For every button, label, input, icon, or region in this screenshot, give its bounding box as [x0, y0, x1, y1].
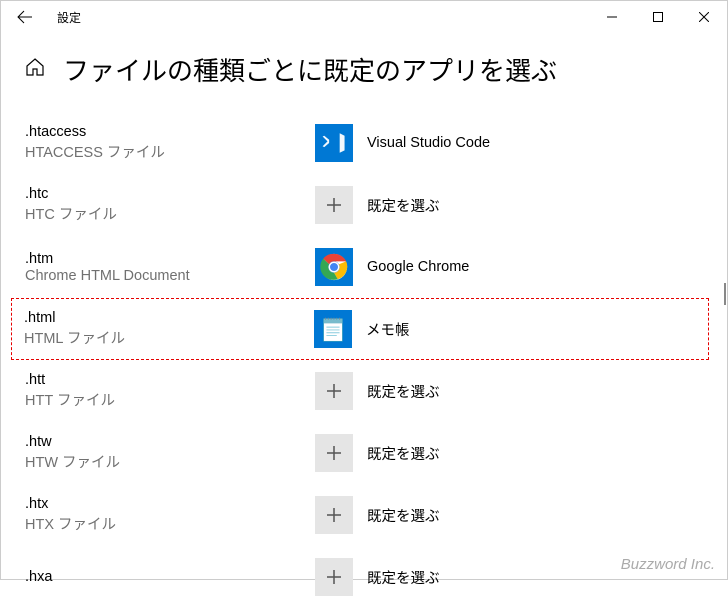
file-type-row: .hxa 既定を選ぶ: [25, 546, 703, 608]
default-app-button[interactable]: 既定を選ぶ: [315, 558, 440, 596]
maximize-button[interactable]: [635, 1, 681, 33]
app-icon: [315, 372, 353, 410]
plus-icon: [324, 195, 344, 215]
app-icon: [315, 496, 353, 534]
app-name: 既定を選ぶ: [367, 567, 440, 588]
chrome-icon: [319, 252, 349, 282]
extension-column: .htaccessHTACCESS ファイル: [25, 124, 315, 162]
extension-column: .htmlHTML ファイル: [24, 310, 314, 348]
file-type-row: .htmChrome HTML Document Google Chrome: [25, 236, 703, 298]
file-type-row: .htcHTC ファイル 既定を選ぶ: [25, 174, 703, 236]
close-button[interactable]: [681, 1, 727, 33]
app-name: Visual Studio Code: [367, 135, 490, 151]
file-type-row: .httHTT ファイル 既定を選ぶ: [25, 360, 703, 422]
extension-column: .htxHTX ファイル: [25, 496, 315, 534]
scrollbar-thumb[interactable]: [724, 283, 726, 305]
back-button[interactable]: [9, 1, 41, 33]
extension-name: .htt: [25, 372, 315, 388]
app-name: Google Chrome: [367, 259, 469, 275]
extension-name: .htaccess: [25, 124, 315, 140]
window-title: 設定: [57, 9, 81, 26]
file-type-row: .htwHTW ファイル 既定を選ぶ: [25, 422, 703, 484]
app-icon: [315, 124, 353, 162]
app-name: 既定を選ぶ: [367, 505, 440, 526]
vscode-icon: [321, 130, 347, 156]
extension-description: Chrome HTML Document: [25, 268, 315, 284]
notepad-icon: [318, 314, 348, 344]
app-name: メモ帳: [366, 319, 410, 340]
plus-icon: [324, 505, 344, 525]
app-icon: [315, 186, 353, 224]
file-type-list: .htaccessHTACCESS ファイル Visual Studio Code…: [25, 112, 703, 608]
home-icon: [25, 57, 45, 77]
default-app-button[interactable]: 既定を選ぶ: [315, 434, 440, 472]
extension-description: HTACCESS ファイル: [25, 141, 315, 162]
file-type-row: .htxHTX ファイル 既定を選ぶ: [25, 484, 703, 546]
home-button[interactable]: [25, 57, 45, 82]
extension-column: .httHTT ファイル: [25, 372, 315, 410]
plus-icon: [324, 381, 344, 401]
maximize-icon: [653, 12, 663, 22]
app-name: 既定を選ぶ: [367, 381, 440, 402]
watermark: Buzzword Inc.: [621, 556, 715, 573]
minimize-button[interactable]: [589, 1, 635, 33]
extension-name: .hxa: [25, 569, 315, 585]
extension-description: HTT ファイル: [25, 389, 315, 410]
file-type-row: .htaccessHTACCESS ファイル Visual Studio Code: [25, 112, 703, 174]
app-name: 既定を選ぶ: [367, 195, 440, 216]
extension-column: .htcHTC ファイル: [25, 186, 315, 224]
extension-description: HTC ファイル: [25, 203, 315, 224]
arrow-left-icon: [17, 9, 33, 25]
default-app-button[interactable]: メモ帳: [314, 310, 410, 348]
extension-name: .htw: [25, 434, 315, 450]
extension-name: .htm: [25, 251, 315, 267]
app-name: 既定を選ぶ: [367, 443, 440, 464]
app-icon: [315, 248, 353, 286]
extension-description: HTML ファイル: [24, 327, 314, 348]
extension-description: HTW ファイル: [25, 451, 315, 472]
app-icon: [314, 310, 352, 348]
default-app-button[interactable]: 既定を選ぶ: [315, 186, 440, 224]
titlebar: 設定: [1, 1, 727, 33]
app-icon: [315, 558, 353, 596]
extension-description: HTX ファイル: [25, 513, 315, 534]
extension-name: .htc: [25, 186, 315, 202]
close-icon: [699, 12, 709, 22]
extension-column: .htmChrome HTML Document: [25, 251, 315, 284]
plus-icon: [324, 443, 344, 463]
default-app-button[interactable]: Visual Studio Code: [315, 124, 490, 162]
content-area: ファイルの種類ごとに既定のアプリを選ぶ .htaccessHTACCESS ファ…: [1, 33, 727, 608]
default-app-button[interactable]: 既定を選ぶ: [315, 372, 440, 410]
extension-column: .hxa: [25, 569, 315, 585]
page-title: ファイルの種類ごとに既定のアプリを選ぶ: [63, 51, 557, 88]
app-icon: [315, 434, 353, 472]
extension-column: .htwHTW ファイル: [25, 434, 315, 472]
file-type-row: .htmlHTML ファイル メモ帳: [11, 298, 709, 360]
page-header: ファイルの種類ごとに既定のアプリを選ぶ: [25, 51, 703, 88]
minimize-icon: [607, 12, 617, 22]
extension-name: .htx: [25, 496, 315, 512]
extension-name: .html: [24, 310, 314, 326]
default-app-button[interactable]: Google Chrome: [315, 248, 469, 286]
plus-icon: [324, 567, 344, 587]
default-app-button[interactable]: 既定を選ぶ: [315, 496, 440, 534]
